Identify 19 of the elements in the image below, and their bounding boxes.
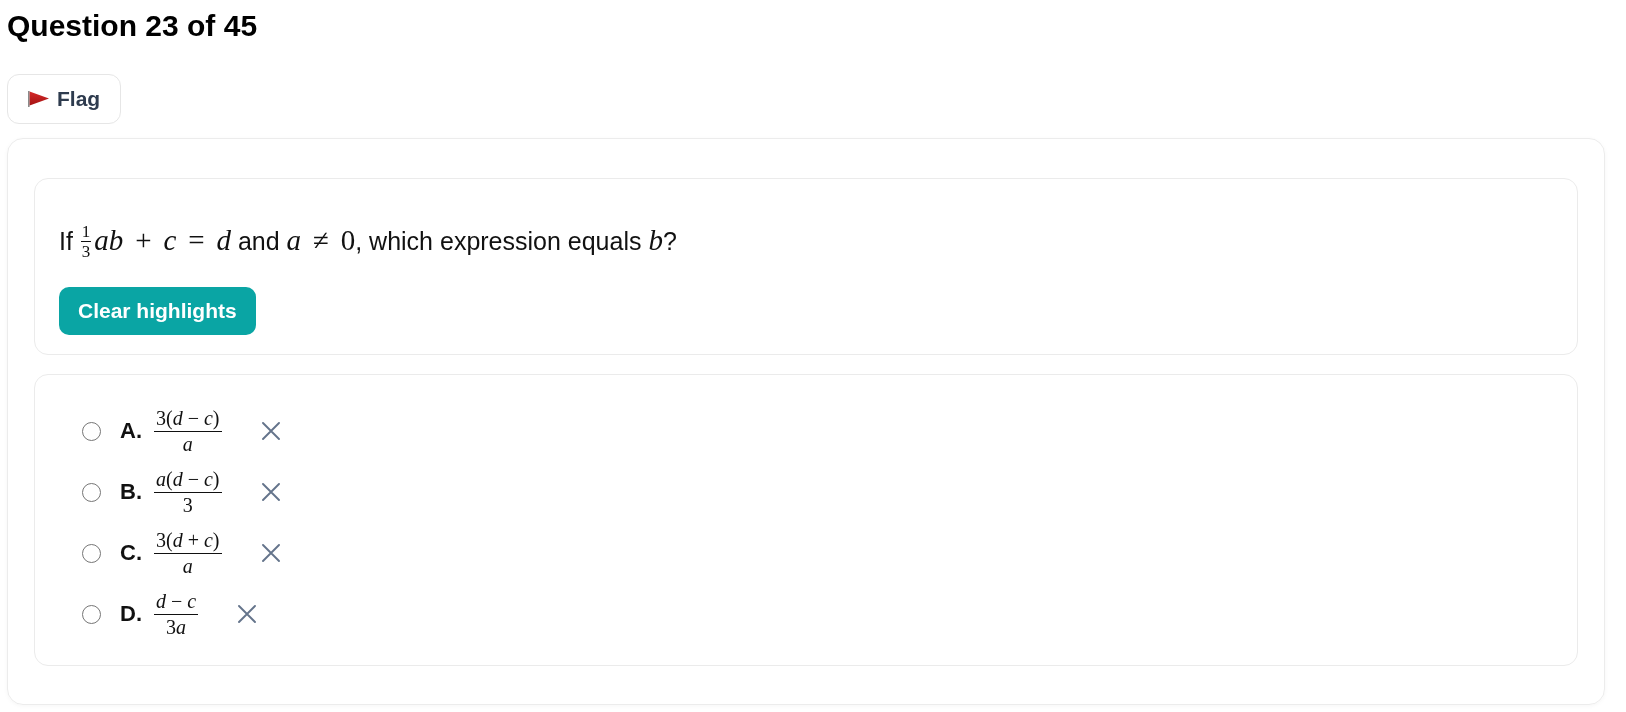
option-letter: A. (120, 418, 142, 444)
radio-button[interactable] (82, 604, 101, 624)
answer-fraction: 3(d+c) a (154, 529, 222, 577)
flag-icon (28, 91, 49, 107)
question-title: Question 23 of 45 (7, 8, 258, 43)
option-letter: C. (120, 540, 142, 566)
close-icon (238, 605, 257, 623)
radio-button[interactable] (82, 482, 101, 502)
answer-fraction: d−c 3a (154, 590, 199, 638)
answer-fraction: 3(d−c) a (154, 407, 222, 455)
option-letter: D. (120, 601, 142, 627)
close-icon (261, 422, 280, 440)
close-icon (261, 544, 280, 562)
radio-button[interactable] (82, 421, 101, 441)
answer-fraction: a(d−c) 3 (154, 468, 222, 516)
radio-button[interactable] (82, 543, 101, 563)
option-letter: B. (120, 479, 142, 505)
close-icon (261, 483, 280, 501)
flag-button[interactable]: Flag (7, 74, 122, 124)
